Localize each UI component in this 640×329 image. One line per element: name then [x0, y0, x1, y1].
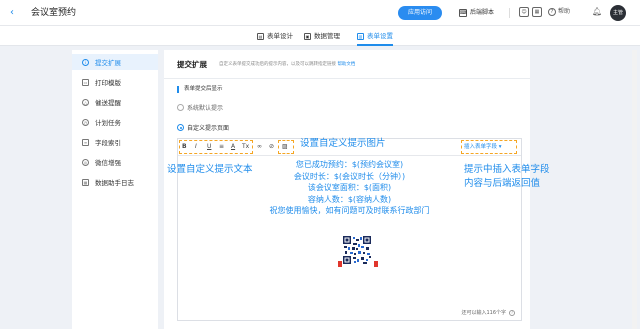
sidebar-item-label: 打印模版 [95, 79, 121, 87]
annotation-custom-text: 设置自定义提示文本 [167, 164, 253, 175]
tab-label: 表单设计 [267, 32, 293, 40]
underline-button[interactable]: U [207, 143, 211, 151]
sidebar-item-field-index[interactable]: ≡ 字段索引 [72, 134, 158, 150]
index-icon: ≡ [82, 138, 89, 146]
image-icon[interactable]: ▨ [282, 143, 288, 151]
bold-button[interactable]: B [182, 143, 187, 151]
tab-form-settings[interactable]: ▥ 表单设置 [357, 26, 393, 46]
sidebar-item-reminder[interactable]: △ 催送提醒 [72, 94, 158, 110]
backend-script-label: 后端脚本 [470, 9, 495, 16]
tab-data-management[interactable]: ▣ 数据管理 [304, 26, 340, 46]
help-label: 帮助 [558, 8, 571, 15]
print-icon: ▭ [82, 78, 89, 86]
form-icon: ▤ [257, 32, 264, 40]
editor-line: 容纳人数：$(容纳人数) [307, 194, 392, 204]
top-bar: ‹ 会议室预约 应用访问 ⌨ 后端脚本 ☺ ▦ ? 帮助 🔔︎ 主管 [0, 0, 640, 26]
qr-code-image[interactable] [342, 235, 372, 265]
editor-line: 祝您使用愉快，如有问题可及时联系行政部门 [269, 206, 430, 215]
counter-text: 还可以输入116个字 [461, 310, 506, 316]
sidebar-item-label: 字段索引 [95, 139, 121, 147]
radio-label: 系统默认提示 [187, 105, 224, 112]
sidebar-item-label: 微信增强 [95, 159, 121, 167]
data-icon: ▣ [304, 32, 311, 40]
radio-circle-icon [177, 104, 184, 111]
avatar[interactable]: 主管 [610, 5, 626, 21]
app-title: 会议室预约 [31, 8, 77, 18]
italic-button[interactable]: I [195, 143, 197, 151]
annotation-insert-field-line1: 提示中插入表单字段 [464, 164, 550, 175]
char-counter: 还可以输入116个字 ? [461, 309, 515, 316]
resize-handle-left[interactable] [338, 261, 342, 267]
sidebar-item-label: 计划任务 [95, 119, 121, 127]
sidebar-item-submit-extension[interactable]: i 提交扩展 [72, 54, 158, 70]
insert-field-label: 插入表单字段 [464, 144, 498, 150]
unlink-icon[interactable]: ⊘ [269, 143, 274, 151]
tab-form-design[interactable]: ▤ 表单设计 [257, 26, 293, 46]
radio-label: 自定义提示页面 [187, 125, 230, 132]
panel-divider [164, 78, 530, 79]
wechat-icon: ◎ [82, 158, 89, 166]
link-icon[interactable]: ∞ [257, 143, 262, 151]
align-button[interactable]: ≡ [219, 143, 224, 151]
settings-sidebar: i 提交扩展 ▭ 打印模版 △ 催送提醒 ◷ 计划任务 ≡ 字段索引 ◎ 微信增… [72, 50, 158, 329]
sidebar-item-data-assistant-log[interactable]: ▦ 数据助手日志 [72, 174, 158, 190]
back-chevron-icon[interactable]: ‹ [10, 7, 14, 19]
insert-field-dropdown[interactable]: 插入表单字段 ▾ [464, 142, 502, 152]
counter-help-icon[interactable]: ? [509, 309, 515, 316]
section-title: 表单提交后显示 [177, 86, 223, 93]
caret-down-icon: ▾ [498, 144, 502, 150]
resize-handle-right[interactable] [374, 261, 378, 267]
grid-icon[interactable]: ▦ [532, 7, 542, 17]
font-color-button[interactable]: A [231, 143, 235, 151]
info-icon: i [82, 58, 89, 66]
bell-icon: △ [82, 98, 89, 106]
sidebar-item-scheduled-task[interactable]: ◷ 计划任务 [72, 114, 158, 130]
tab-label: 表单设置 [367, 32, 393, 40]
panel-title: 提交扩展 [177, 60, 207, 69]
page-scrollbar[interactable] [632, 50, 637, 329]
sidebar-item-print-template[interactable]: ▭ 打印模版 [72, 74, 158, 90]
help-doc-link[interactable]: 帮助文档 [337, 62, 355, 67]
qr-code-icon [342, 235, 372, 265]
app-access-button[interactable]: 应用访问 [398, 6, 442, 20]
sidebar-item-label: 催送提醒 [95, 99, 121, 107]
sidebar-item-wechat[interactable]: ◎ 微信增强 [72, 154, 158, 170]
panel-description: 自定义表单提交成功后的提示内容，以及可以跳转指定链接 帮助文档 [219, 61, 355, 67]
script-icon: ⌨ [459, 9, 468, 17]
settings-icon: ▥ [357, 32, 364, 40]
notification-bell-icon[interactable]: 🔔︎ [592, 7, 602, 17]
header-divider [509, 8, 510, 18]
user-card-icon[interactable]: ☺ [519, 7, 529, 17]
backend-script-button[interactable]: ⌨ 后端脚本 [459, 6, 494, 20]
clock-icon: ◷ [82, 118, 89, 126]
tab-label: 数据管理 [314, 32, 340, 40]
radio-checked-icon [177, 124, 184, 131]
radio-custom-page[interactable]: 自定义提示页面 [177, 123, 229, 132]
radio-system-default[interactable]: 系统默认提示 [177, 103, 223, 112]
description-text: 自定义表单提交成功后的提示内容，以及可以跳转指定链接 [219, 62, 336, 67]
annotation-custom-image: 设置自定义提示图片 [300, 138, 386, 149]
help-button[interactable]: ? 帮助 [548, 7, 570, 17]
clear-format-button[interactable]: Tx [242, 143, 249, 151]
log-icon: ▦ [82, 178, 89, 186]
tab-bar: ▤ 表单设计 ▣ 数据管理 ▥ 表单设置 [0, 26, 640, 46]
sidebar-item-label: 提交扩展 [95, 59, 121, 67]
question-icon: ? [548, 8, 556, 16]
annotation-insert-field-line2: 内容与后端返回值 [464, 178, 541, 189]
sidebar-item-label: 数据助手日志 [95, 179, 134, 187]
